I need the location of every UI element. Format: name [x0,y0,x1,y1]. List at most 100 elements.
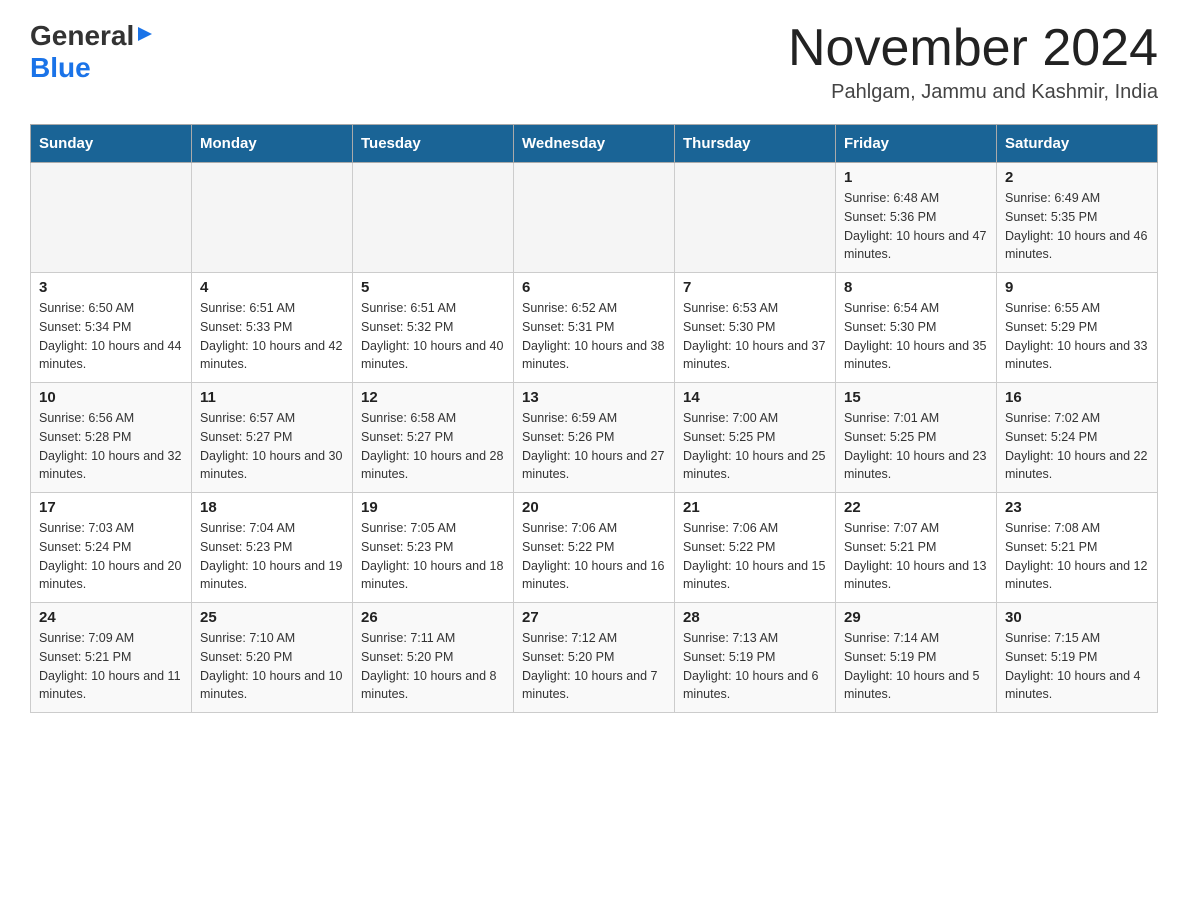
weekday-header-tuesday: Tuesday [353,125,514,163]
location-title: Pahlgam, Jammu and Kashmir, India [788,81,1158,104]
weekday-header-friday: Friday [836,125,997,163]
day-number: 21 [683,499,827,516]
day-number: 17 [39,499,183,516]
day-info: Sunrise: 6:52 AMSunset: 5:31 PMDaylight:… [522,299,666,374]
calendar-row-3: 10Sunrise: 6:56 AMSunset: 5:28 PMDayligh… [31,383,1158,493]
day-info: Sunrise: 7:15 AMSunset: 5:19 PMDaylight:… [1005,629,1149,704]
calendar-cell [353,163,514,273]
day-info: Sunrise: 7:11 AMSunset: 5:20 PMDaylight:… [361,629,505,704]
calendar-cell: 26 Sunrise: 7:11 AMSunset: 5:20 PMDayligh… [353,603,514,713]
calendar-cell: 2 Sunrise: 6:49 AMSunset: 5:35 PMDaylight… [997,163,1158,273]
day-info: Sunrise: 7:03 AMSunset: 5:24 PMDaylight:… [39,519,183,594]
day-number: 20 [522,499,666,516]
title-area: November 2024 Pahlgam, Jammu and Kashmir… [788,20,1158,104]
calendar-cell: 29 Sunrise: 7:14 AMSunset: 5:19 PMDayligh… [836,603,997,713]
day-info: Sunrise: 6:57 AMSunset: 5:27 PMDaylight:… [200,409,344,484]
calendar-cell: 16 Sunrise: 7:02 AMSunset: 5:24 PMDayligh… [997,383,1158,493]
calendar-row-5: 24Sunrise: 7:09 AMSunset: 5:21 PMDayligh… [31,603,1158,713]
day-number: 13 [522,389,666,406]
calendar-row-1: 1Sunrise: 6:48 AMSunset: 5:36 PMDaylight… [31,163,1158,273]
calendar-cell: 8Sunrise: 6:54 AMSunset: 5:30 PMDaylight… [836,273,997,383]
day-info: Sunrise: 6:49 AMSunset: 5:35 PMDaylight:… [1005,189,1149,264]
calendar-cell [31,163,192,273]
day-info: Sunrise: 7:00 AMSunset: 5:25 PMDaylight:… [683,409,827,484]
day-info: Sunrise: 7:06 AMSunset: 5:22 PMDaylight:… [683,519,827,594]
day-info: Sunrise: 6:59 AMSunset: 5:26 PMDaylight:… [522,409,666,484]
day-number: 4 [200,279,344,296]
weekday-header-saturday: Saturday [997,125,1158,163]
logo-blue-text: Blue [30,52,91,83]
calendar-cell: 5Sunrise: 6:51 AMSunset: 5:32 PMDaylight… [353,273,514,383]
day-number: 18 [200,499,344,516]
day-info: Sunrise: 7:13 AMSunset: 5:19 PMDaylight:… [683,629,827,704]
calendar-cell: 21 Sunrise: 7:06 AMSunset: 5:22 PMDayligh… [675,493,836,603]
calendar-cell: 19 Sunrise: 7:05 AMSunset: 5:23 PMDayligh… [353,493,514,603]
calendar-row-2: 3Sunrise: 6:50 AMSunset: 5:34 PMDaylight… [31,273,1158,383]
day-info: Sunrise: 6:53 AMSunset: 5:30 PMDaylight:… [683,299,827,374]
day-number: 7 [683,279,827,296]
day-info: Sunrise: 6:58 AMSunset: 5:27 PMDaylight:… [361,409,505,484]
calendar-cell: 28 Sunrise: 7:13 AMSunset: 5:19 PMDayligh… [675,603,836,713]
calendar-cell: 7 Sunrise: 6:53 AMSunset: 5:30 PMDaylight… [675,273,836,383]
calendar-cell: 4 Sunrise: 6:51 AMSunset: 5:33 PMDaylight… [192,273,353,383]
day-number: 11 [200,389,344,406]
day-info: Sunrise: 6:56 AMSunset: 5:28 PMDaylight:… [39,409,183,484]
day-number: 19 [361,499,505,516]
month-title: November 2024 [788,20,1158,77]
day-info: Sunrise: 7:07 AMSunset: 5:21 PMDaylight:… [844,519,988,594]
day-number: 2 [1005,169,1149,186]
calendar-table: SundayMondayTuesdayWednesdayThursdayFrid… [30,124,1158,713]
weekday-header-thursday: Thursday [675,125,836,163]
logo-arrow-icon [136,25,154,48]
calendar-cell: 25Sunrise: 7:10 AMSunset: 5:20 PMDayligh… [192,603,353,713]
calendar-cell: 23 Sunrise: 7:08 AMSunset: 5:21 PMDayligh… [997,493,1158,603]
day-number: 27 [522,609,666,626]
day-info: Sunrise: 6:48 AMSunset: 5:36 PMDaylight:… [844,189,988,264]
day-number: 5 [361,279,505,296]
day-number: 29 [844,609,988,626]
day-info: Sunrise: 7:14 AMSunset: 5:19 PMDaylight:… [844,629,988,704]
calendar-cell: 6 Sunrise: 6:52 AMSunset: 5:31 PMDaylight… [514,273,675,383]
day-info: Sunrise: 7:09 AMSunset: 5:21 PMDaylight:… [39,629,183,704]
day-number: 12 [361,389,505,406]
calendar-cell: 30Sunrise: 7:15 AMSunset: 5:19 PMDayligh… [997,603,1158,713]
logo-general-text: General [30,20,134,52]
day-info: Sunrise: 6:50 AMSunset: 5:34 PMDaylight:… [39,299,183,374]
day-info: Sunrise: 7:12 AMSunset: 5:20 PMDaylight:… [522,629,666,704]
day-number: 22 [844,499,988,516]
calendar-cell: 22 Sunrise: 7:07 AMSunset: 5:21 PMDayligh… [836,493,997,603]
day-number: 26 [361,609,505,626]
day-info: Sunrise: 7:08 AMSunset: 5:21 PMDaylight:… [1005,519,1149,594]
day-number: 8 [844,279,988,296]
day-number: 25 [200,609,344,626]
day-number: 23 [1005,499,1149,516]
day-info: Sunrise: 6:55 AMSunset: 5:29 PMDaylight:… [1005,299,1149,374]
calendar-cell: 24Sunrise: 7:09 AMSunset: 5:21 PMDayligh… [31,603,192,713]
day-info: Sunrise: 7:01 AMSunset: 5:25 PMDaylight:… [844,409,988,484]
day-number: 6 [522,279,666,296]
calendar-cell: 18 Sunrise: 7:04 AMSunset: 5:23 PMDayligh… [192,493,353,603]
calendar-cell: 17 Sunrise: 7:03 AMSunset: 5:24 PMDayligh… [31,493,192,603]
calendar-cell [514,163,675,273]
calendar-cell [192,163,353,273]
calendar-cell: 11 Sunrise: 6:57 AMSunset: 5:27 PMDayligh… [192,383,353,493]
day-info: Sunrise: 7:02 AMSunset: 5:24 PMDaylight:… [1005,409,1149,484]
calendar-cell: 15 Sunrise: 7:01 AMSunset: 5:25 PMDayligh… [836,383,997,493]
header: General Blue November 2024 Pahlgam, Jamm… [30,20,1158,104]
day-info: Sunrise: 7:05 AMSunset: 5:23 PMDaylight:… [361,519,505,594]
calendar-cell: 13 Sunrise: 6:59 AMSunset: 5:26 PMDayligh… [514,383,675,493]
calendar-cell: 14Sunrise: 7:00 AMSunset: 5:25 PMDayligh… [675,383,836,493]
day-number: 9 [1005,279,1149,296]
calendar-cell: 9 Sunrise: 6:55 AMSunset: 5:29 PMDaylight… [997,273,1158,383]
weekday-header-row: SundayMondayTuesdayWednesdayThursdayFrid… [31,125,1158,163]
day-info: Sunrise: 6:51 AMSunset: 5:33 PMDaylight:… [200,299,344,374]
weekday-header-wednesday: Wednesday [514,125,675,163]
calendar-cell [675,163,836,273]
day-number: 16 [1005,389,1149,406]
calendar-row-4: 17 Sunrise: 7:03 AMSunset: 5:24 PMDayligh… [31,493,1158,603]
calendar-cell: 1Sunrise: 6:48 AMSunset: 5:36 PMDaylight… [836,163,997,273]
day-number: 28 [683,609,827,626]
weekday-header-sunday: Sunday [31,125,192,163]
day-number: 15 [844,389,988,406]
day-info: Sunrise: 7:04 AMSunset: 5:23 PMDaylight:… [200,519,344,594]
